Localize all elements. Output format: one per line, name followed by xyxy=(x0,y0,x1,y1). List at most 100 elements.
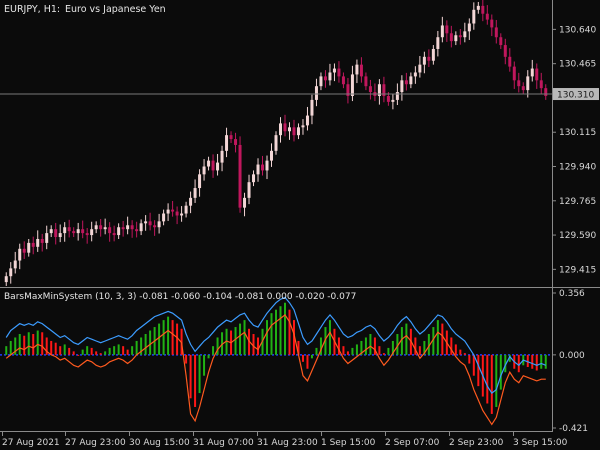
bear-candle xyxy=(449,33,453,42)
time-tick-label: 31 Aug 07:00 xyxy=(193,438,254,448)
bull-candle xyxy=(328,72,332,81)
bull-candle xyxy=(162,213,166,222)
indicator-bar xyxy=(63,344,66,355)
bear-candle xyxy=(211,160,215,171)
indicator-bar xyxy=(167,316,170,355)
time-tick-label: 2 Sep 23:00 xyxy=(449,438,504,448)
bull-candle xyxy=(395,92,399,100)
bear-candle xyxy=(283,123,287,132)
indicator-bar xyxy=(450,337,453,355)
bull-candle xyxy=(58,233,62,238)
bear-candle xyxy=(458,35,462,38)
bull-candle xyxy=(193,188,197,198)
indicator-bar xyxy=(535,354,538,371)
bull-candle xyxy=(45,233,49,243)
bull-candle xyxy=(530,68,534,77)
price-tick-label: 129.765 xyxy=(559,197,596,207)
bull-candle xyxy=(256,164,260,175)
bull-candle xyxy=(198,174,202,189)
bear-candle xyxy=(521,86,525,91)
bear-candle xyxy=(153,225,157,228)
bear-candle xyxy=(85,233,89,236)
indicator-bar xyxy=(113,346,116,355)
indicator-bar xyxy=(117,344,120,355)
bull-candle xyxy=(202,166,206,175)
indicator-bar xyxy=(243,320,246,355)
bear-candle xyxy=(40,238,44,243)
indicator-bar xyxy=(517,354,520,373)
indicator-bar xyxy=(122,346,125,355)
indicator-title: BarsMaxMinSystem (10, 3, 3) -0.081 -0.06… xyxy=(4,292,356,302)
bull-candle xyxy=(247,182,251,198)
indicator-bar xyxy=(257,337,260,355)
bull-candle xyxy=(27,242,31,253)
bear-candle xyxy=(171,209,175,212)
indicator-bar xyxy=(540,354,543,369)
indicator-bar xyxy=(378,346,381,355)
indicator-bar xyxy=(346,351,349,355)
bull-candle xyxy=(431,48,435,61)
indicator-bar xyxy=(27,332,30,355)
indicator-bar xyxy=(72,351,75,355)
indicator-bar xyxy=(239,323,242,355)
bear-candle xyxy=(81,229,85,234)
bull-candle xyxy=(4,276,8,283)
bear-candle xyxy=(539,80,543,89)
indicator-bar xyxy=(351,347,354,355)
bear-candle xyxy=(368,86,372,93)
indicator-bar xyxy=(328,320,331,355)
bull-candle xyxy=(126,225,130,230)
bull-candle xyxy=(400,80,404,93)
price-tick-label: 130.640 xyxy=(559,25,596,35)
bear-candle xyxy=(175,211,179,216)
indicator-bar xyxy=(158,323,161,355)
indicator-bar xyxy=(252,334,255,355)
bull-candle xyxy=(243,197,247,208)
indicator-bar xyxy=(59,346,62,355)
indicator-bar xyxy=(86,346,89,355)
bear-candle xyxy=(481,5,485,14)
indicator-bar xyxy=(364,337,367,355)
indicator-bar xyxy=(131,346,134,355)
indicator-bar xyxy=(288,309,291,355)
indicator-bar xyxy=(463,353,466,355)
indicator-bar xyxy=(144,334,147,355)
indicator-bar xyxy=(279,306,282,355)
current-price-label: 130.310 xyxy=(557,91,594,101)
indicator-bar xyxy=(54,342,57,355)
bear-candle xyxy=(508,56,512,67)
indicator-bar xyxy=(108,347,111,355)
bull-candle xyxy=(157,221,161,228)
indicator-bar xyxy=(203,354,206,376)
chart-canvas[interactable]: 130.640 130.465 130.115 129.940 129.765 129.5… xyxy=(0,0,600,450)
price-pane[interactable] xyxy=(4,0,548,286)
indicator-bar xyxy=(468,354,471,364)
indicator-bar xyxy=(266,320,269,355)
indicator-bar xyxy=(189,354,192,399)
bull-candle xyxy=(350,74,354,96)
bear-candle xyxy=(535,68,539,81)
indicator-bar xyxy=(194,354,197,407)
indicator-bar xyxy=(495,354,498,407)
bull-candle xyxy=(274,135,278,151)
bull-candle xyxy=(472,9,476,24)
bull-candle xyxy=(467,23,471,32)
bull-candle xyxy=(332,68,336,73)
bear-candle xyxy=(72,231,76,234)
bear-candle xyxy=(386,95,390,102)
bull-candle xyxy=(76,229,80,234)
bear-candle xyxy=(517,80,521,87)
bear-candle xyxy=(130,225,134,230)
symbol-timeframe: EURJPY, H1: xyxy=(4,4,60,15)
indicator-bar xyxy=(198,354,201,394)
chart-window[interactable]: 130.640 130.465 130.115 129.940 129.765 129.5… xyxy=(0,0,600,450)
price-tick-label: 129.940 xyxy=(559,163,596,173)
bull-candle xyxy=(418,64,422,73)
indicator-bar xyxy=(306,354,309,369)
bear-candle xyxy=(112,233,116,236)
bull-candle xyxy=(180,213,184,216)
indicator-pane[interactable] xyxy=(0,296,552,426)
indicator-axis: 0.356 0.000 -0.421 xyxy=(552,289,588,434)
bear-candle xyxy=(359,64,363,77)
indicator-bar xyxy=(544,354,547,369)
